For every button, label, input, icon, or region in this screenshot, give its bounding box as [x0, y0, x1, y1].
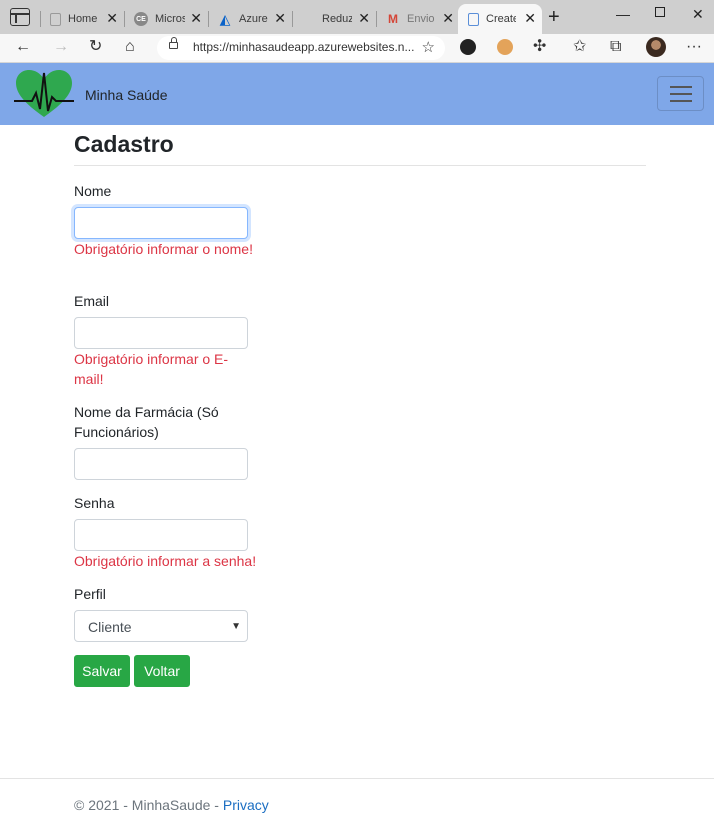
tab-title: Azure [239, 13, 268, 25]
tab-title: Create [486, 13, 516, 25]
perfil-select[interactable]: Cliente ▼ [74, 610, 248, 642]
extension-a-icon[interactable] [460, 39, 476, 55]
chevron-down-icon: ▼ [231, 621, 241, 632]
tab-separator [208, 11, 209, 27]
address-bar[interactable]: https://minhasaudeapp.azurewebsites.n...… [157, 36, 445, 60]
browser-tab-azure[interactable]: ◭ Azure ✕ [208, 4, 292, 34]
azure-icon: ◭ [219, 10, 231, 27]
close-icon[interactable]: ✕ [442, 11, 454, 25]
browser-toolbar: ← → ↻ ⌂ https://minhasaudeapp.azurewebsi… [0, 34, 714, 63]
email-field: Email [74, 291, 109, 311]
main-content: Cadastro [74, 125, 646, 166]
browser-tab-strip: Home ✕ CE Micros ✕ ◭ Azure ✕ Reduz ✕ M E… [0, 0, 714, 34]
nome-input[interactable] [74, 207, 248, 239]
browser-tab-home[interactable]: Home ✕ [40, 4, 124, 34]
browser-tab-reduz[interactable]: Reduz ✕ [292, 4, 376, 34]
tab-separator [376, 11, 377, 27]
hamburger-icon [670, 100, 692, 102]
refresh-icon[interactable]: ↻ [89, 37, 102, 57]
brand-name[interactable]: Minha Saúde [85, 87, 168, 103]
divider [74, 165, 646, 166]
tab-separator [292, 11, 293, 27]
farmacia-field: Nome da Farmácia (Só Funcionários) [74, 402, 234, 442]
salvar-button[interactable]: Salvar [74, 655, 130, 687]
back-icon[interactable]: ← [15, 37, 31, 57]
hamburger-icon [670, 86, 692, 88]
close-icon[interactable]: ✕ [190, 11, 202, 25]
tab-separator [124, 11, 125, 27]
email-label: Email [74, 293, 110, 309]
farmacia-input[interactable] [74, 448, 248, 480]
perfil-field: Perfil [74, 584, 106, 604]
privacy-link[interactable]: Privacy [223, 797, 269, 813]
hamburger-icon [670, 93, 692, 95]
close-icon[interactable]: ✕ [524, 11, 536, 25]
profile-avatar[interactable] [646, 37, 666, 57]
email-error: Obrigatório informar o E-mail! [74, 351, 229, 387]
email-input[interactable] [74, 317, 248, 349]
perfil-label: Perfil [74, 586, 106, 602]
collections-icon[interactable]: ⧉ [610, 37, 621, 57]
nome-error: Obrigatório informar o nome! [74, 241, 253, 257]
close-icon[interactable]: ✕ [358, 11, 370, 25]
favorite-add-icon[interactable]: ☆ [422, 38, 435, 56]
site-navbar: Minha Saúde [0, 63, 714, 125]
lock-icon [169, 37, 178, 49]
ce-icon: CE [134, 12, 148, 26]
voltar-button[interactable]: Voltar [134, 655, 190, 687]
new-tab-icon[interactable]: + [548, 7, 560, 27]
forward-icon[interactable]: → [53, 37, 69, 57]
tab-separator [40, 11, 41, 27]
browser-tab-create[interactable]: Create ✕ [458, 4, 542, 34]
footer-copyright: © 2021 - MinhaSaude - [74, 797, 223, 813]
close-window-icon[interactable]: ✕ [692, 6, 704, 23]
tab-title: Micros [155, 13, 185, 25]
footer: © 2021 - MinhaSaude - Privacy [74, 797, 269, 813]
maximize-icon[interactable] [655, 7, 665, 17]
minimize-icon[interactable]: — [616, 6, 630, 22]
senha-input[interactable] [74, 519, 248, 551]
microsoft-logo-icon [302, 13, 315, 26]
url-text: https://minhasaudeapp.azurewebsites.n... [193, 40, 415, 54]
favorites-icon[interactable]: ✩ [573, 37, 586, 57]
page-icon [468, 12, 479, 26]
more-options-icon[interactable]: ··· [686, 37, 702, 57]
page-icon [50, 12, 61, 26]
tab-title: Home [68, 13, 98, 25]
tab-actions-icon[interactable] [10, 8, 30, 26]
navbar-toggler-button[interactable] [657, 76, 704, 111]
page-title: Cadastro [74, 131, 174, 157]
senha-error: Obrigatório informar a senha! [74, 553, 257, 569]
home-icon[interactable]: ⌂ [125, 37, 135, 57]
footer-divider [0, 778, 714, 779]
heart-pulse-logo[interactable] [14, 67, 74, 121]
tab-title: Envio [407, 13, 435, 25]
perfil-selected-value: Cliente [88, 619, 132, 635]
tab-title: Reduz [322, 13, 352, 25]
senha-field: Senha [74, 493, 114, 513]
close-icon[interactable]: ✕ [106, 11, 118, 25]
nome-label: Nome [74, 183, 112, 199]
nome-field: Nome [74, 181, 111, 201]
gmail-icon: M [388, 12, 398, 26]
browser-tab-microsoft[interactable]: CE Micros ✕ [124, 4, 208, 34]
senha-label: Senha [74, 495, 115, 511]
close-icon[interactable]: ✕ [274, 11, 286, 25]
extensions-puzzle-icon[interactable]: ✣ [533, 37, 546, 57]
farmacia-label: Nome da Farmácia (Só Funcionários) [74, 404, 219, 440]
browser-tab-envio[interactable]: M Envio ✕ [376, 4, 460, 34]
extension-cookie-icon[interactable] [497, 39, 513, 55]
